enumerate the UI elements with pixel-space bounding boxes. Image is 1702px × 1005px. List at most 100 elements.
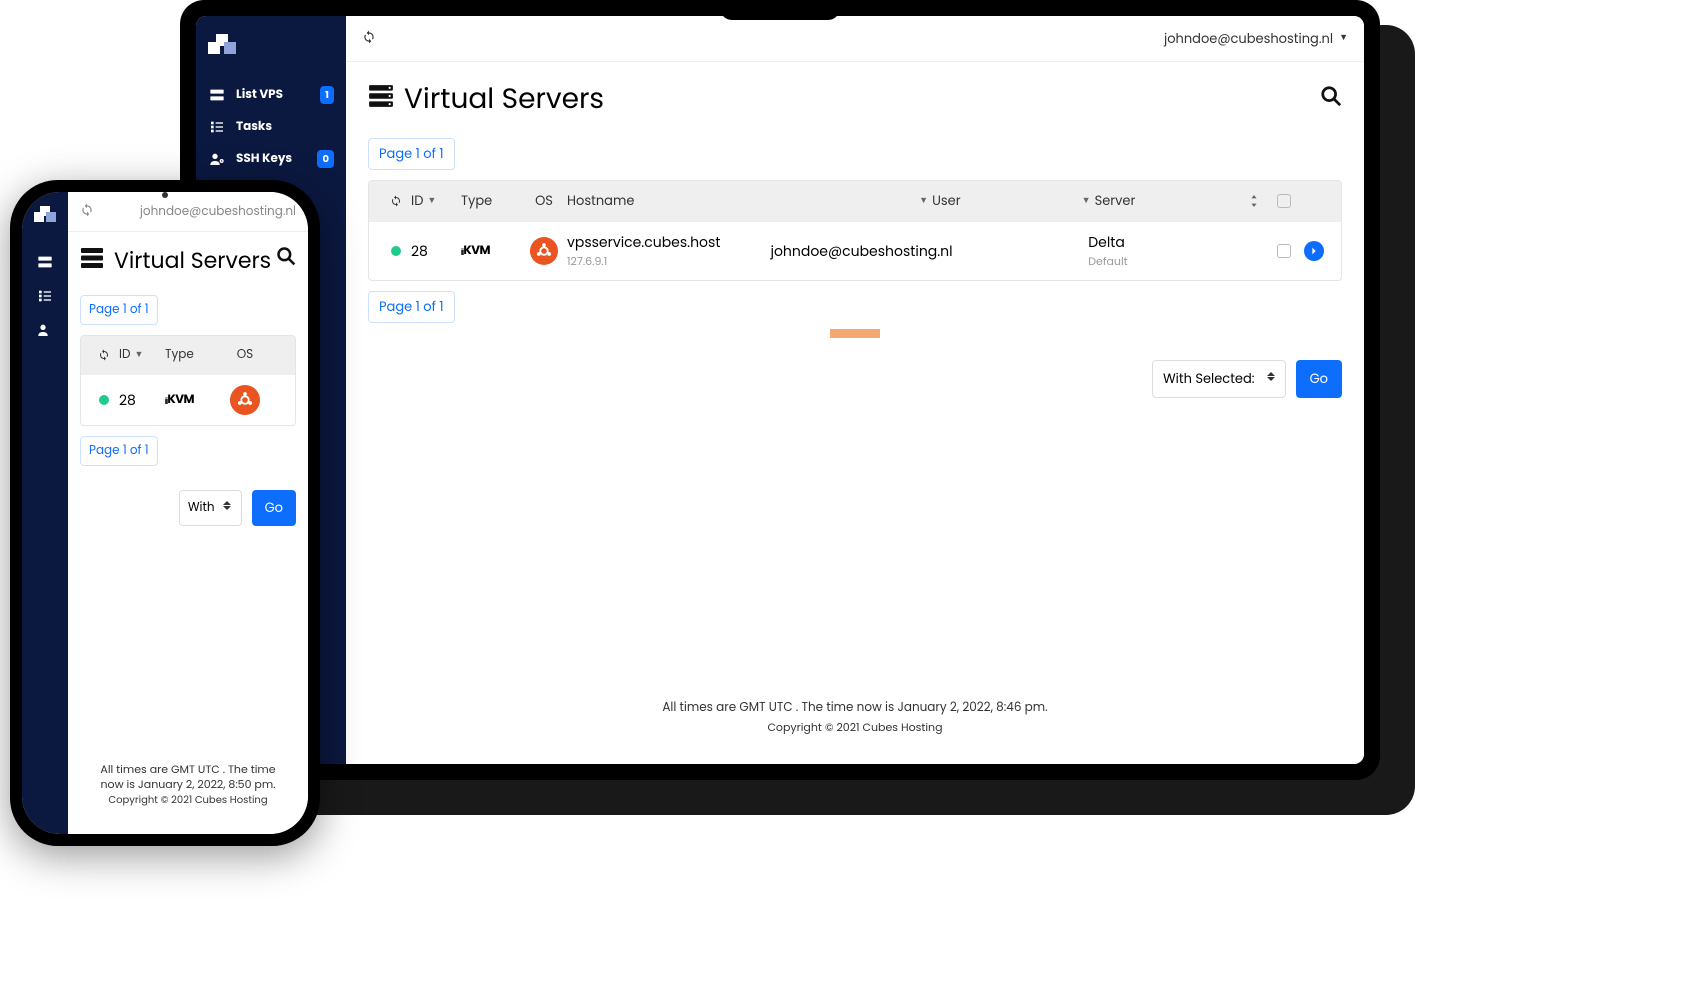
status-cell [89, 395, 119, 405]
id-cell: 28 [411, 241, 461, 262]
servers-icon [368, 83, 394, 116]
laptop-notch [720, 0, 840, 20]
logo-cubes-icon [208, 34, 236, 58]
sidebar-item-ssh-keys[interactable] [22, 313, 68, 347]
column-label: Server [1095, 191, 1136, 211]
main-content: johndoe@cubeshosting.nl ▼ Virtual Server… [346, 16, 1364, 764]
page-title: Virtual Servers [404, 78, 604, 120]
column-hostname[interactable]: Hostname [567, 191, 755, 211]
user-key-icon [36, 322, 54, 338]
view-button[interactable] [1304, 241, 1324, 261]
column-label: Type [461, 191, 492, 211]
search-button[interactable] [276, 246, 296, 273]
vps-table: ID ▼ Type OS 28 ᵢᵢKVM [80, 335, 296, 426]
row-checkbox-cell [1269, 244, 1299, 258]
user-key-icon [208, 151, 226, 167]
os-cell [225, 385, 265, 415]
column-os[interactable]: OS [225, 346, 265, 364]
refresh-button[interactable] [362, 26, 376, 51]
status-online-icon [99, 395, 109, 405]
bulk-action-select[interactable]: With [179, 490, 242, 526]
page-title: Virtual Servers [114, 248, 271, 274]
logo[interactable] [196, 26, 346, 79]
pager-top[interactable]: Page 1 of 1 [368, 138, 455, 170]
table-row[interactable]: 28 ᵢᵢKVM vpsservice.cubes.host 127.6.9.1 [369, 221, 1341, 280]
ubuntu-icon [530, 237, 558, 265]
column-label: ID [119, 346, 130, 364]
refresh-button[interactable] [80, 199, 94, 224]
status-online-icon [391, 246, 401, 256]
vps-table: ID ▼ Type OS Hostname ▼ User ▼ Server [368, 180, 1342, 281]
column-type[interactable]: Type [165, 346, 225, 364]
column-hostname-sort[interactable]: ▼ [755, 195, 932, 208]
sort-caret-icon: ▼ [134, 349, 143, 362]
refresh-column-icon[interactable] [89, 349, 119, 361]
go-button[interactable]: Go [1296, 360, 1342, 398]
sidebar-item-label: Tasks [236, 118, 272, 136]
server-name: Delta [1088, 232, 1239, 253]
laptop-frame: List VPS 1 Tasks SSH Keys [180, 0, 1380, 780]
column-user-sort[interactable]: ▼ [961, 195, 1095, 208]
pager-bottom[interactable]: Page 1 of 1 [80, 436, 158, 466]
logo-cubes-icon [34, 206, 56, 226]
phone-topbar: johndoe@cubeshosting.nl [68, 192, 308, 232]
column-label: OS [237, 346, 253, 364]
column-label: ID [411, 191, 423, 211]
sidebar-badge: 0 [317, 150, 334, 168]
pager-bottom[interactable]: Page 1 of 1 [368, 291, 455, 323]
phone-sidebar [22, 192, 68, 834]
refresh-column-icon[interactable] [381, 195, 411, 207]
column-type[interactable]: Type [461, 191, 521, 211]
user-menu[interactable]: johndoe@cubeshosting.nl [140, 203, 296, 221]
column-label: OS [535, 191, 553, 211]
column-label: Hostname [567, 191, 634, 211]
checkbox[interactable] [1277, 194, 1291, 208]
column-id[interactable]: ID ▼ [411, 191, 461, 211]
sidebar-badge: 1 [320, 86, 334, 104]
user-menu[interactable]: johndoe@cubeshosting.nl ▼ [1164, 29, 1348, 49]
server-cell: Delta Default [1088, 232, 1239, 270]
footer-time: All times are GMT UTC . The time now is … [380, 699, 1330, 717]
content-area: Virtual Servers Page 1 of 1 ID▼ Type O [346, 62, 1364, 764]
bulk-action-select[interactable]: With Selected: [1152, 360, 1286, 398]
sidebar-item-ssh-keys[interactable]: SSH Keys 0 [196, 143, 346, 175]
user-email: johndoe@cubeshosting.nl [1164, 29, 1333, 49]
phone-app: johndoe@cubeshosting.nl Virtual Servers [22, 192, 308, 834]
footer: All times are GMT UTC . The time now is … [80, 752, 296, 820]
column-user[interactable]: User [932, 191, 960, 211]
sidebar-item-tasks[interactable] [22, 279, 68, 313]
pager-top[interactable]: Page 1 of 1 [80, 295, 158, 325]
user-cell: johndoe@cubeshosting.nl [771, 241, 953, 262]
page-header: Virtual Servers [368, 78, 1342, 120]
laptop-screen: List VPS 1 Tasks SSH Keys [196, 16, 1364, 764]
sidebar-item-label: SSH Keys [236, 150, 292, 168]
logo[interactable] [22, 200, 68, 245]
row-action-cell [1299, 241, 1329, 261]
servers-icon [80, 246, 104, 277]
go-button[interactable]: Go [252, 490, 296, 526]
server-icon [36, 254, 54, 270]
sort-caret-icon: ▼ [1082, 195, 1091, 208]
column-server[interactable]: Server [1095, 191, 1239, 211]
topbar: johndoe@cubeshosting.nl ▼ [346, 16, 1364, 62]
phone-screen: johndoe@cubeshosting.nl Virtual Servers [22, 192, 308, 834]
footer-copyright: Copyright © 2021 Cubes Hosting [96, 793, 280, 806]
column-id[interactable]: ID ▼ [119, 346, 165, 364]
checkbox[interactable] [1277, 244, 1291, 258]
bulk-actions: With Selected: Go [368, 360, 1342, 398]
server-icon [208, 87, 226, 103]
phone-frame: johndoe@cubeshosting.nl Virtual Servers [10, 180, 320, 846]
column-checkbox-all[interactable] [1269, 194, 1299, 208]
sidebar-item-list-vps[interactable]: List VPS 1 [196, 79, 346, 111]
column-os[interactable]: OS [521, 191, 567, 211]
id-cell: 28 [119, 390, 165, 411]
hostname-ip: 127.6.9.1 [567, 253, 763, 270]
sidebar-item-tasks[interactable]: Tasks [196, 111, 346, 143]
table-row[interactable]: 28 ᵢᵢKVM [81, 374, 295, 425]
column-server-sort[interactable] [1239, 195, 1269, 207]
sort-caret-icon: ▼ [427, 195, 436, 208]
hostname-text: vpsservice.cubes.host [567, 232, 763, 253]
search-button[interactable] [1320, 85, 1342, 114]
sidebar-item-list-vps[interactable] [22, 245, 68, 279]
sidebar-item-label: List VPS [236, 86, 283, 104]
